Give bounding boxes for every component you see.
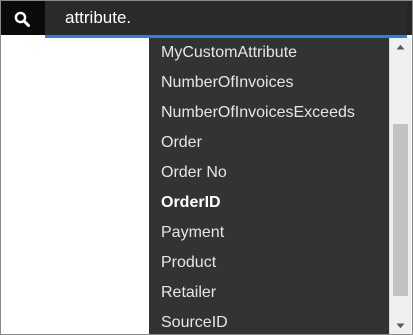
suggestion-item[interactable]: NumberOfInvoices xyxy=(149,68,389,98)
search-icon xyxy=(14,11,30,27)
suggestion-item[interactable]: NumberOfInvoicesExceeds xyxy=(149,98,389,128)
suggestion-item[interactable]: Order xyxy=(149,128,389,158)
scroll-up-icon xyxy=(396,44,405,49)
search-input[interactable] xyxy=(45,1,407,35)
suggestion-item[interactable]: Retailer xyxy=(149,278,389,308)
search-button[interactable] xyxy=(1,1,45,35)
autocomplete-panel: MyCustomAttributeNumberOfInvoicesNumberO… xyxy=(0,0,413,335)
suggestion-item[interactable]: MyCustomAttribute xyxy=(149,38,389,68)
suggestion-dropdown: MyCustomAttribute NumberOfInvoices NumberO… xyxy=(149,38,389,334)
suggestion-item[interactable]: Payment xyxy=(149,218,389,248)
scroll-down-button[interactable] xyxy=(390,317,411,334)
suggestion-item[interactable]: SourceID xyxy=(149,308,389,334)
suggestion-item[interactable]: Order No xyxy=(149,158,389,188)
dropdown-scrollbar[interactable] xyxy=(389,38,411,334)
suggestion-list: MyCustomAttribute NumberOfInvoices NumberO… xyxy=(149,38,389,334)
scroll-thumb[interactable] xyxy=(393,124,408,296)
suggestion-item[interactable]: Product xyxy=(149,248,389,278)
scroll-up-button[interactable] xyxy=(390,38,411,55)
suggestion-item[interactable]: OrderID xyxy=(149,188,389,218)
scroll-down-icon xyxy=(396,323,405,328)
search-bar xyxy=(1,1,412,38)
